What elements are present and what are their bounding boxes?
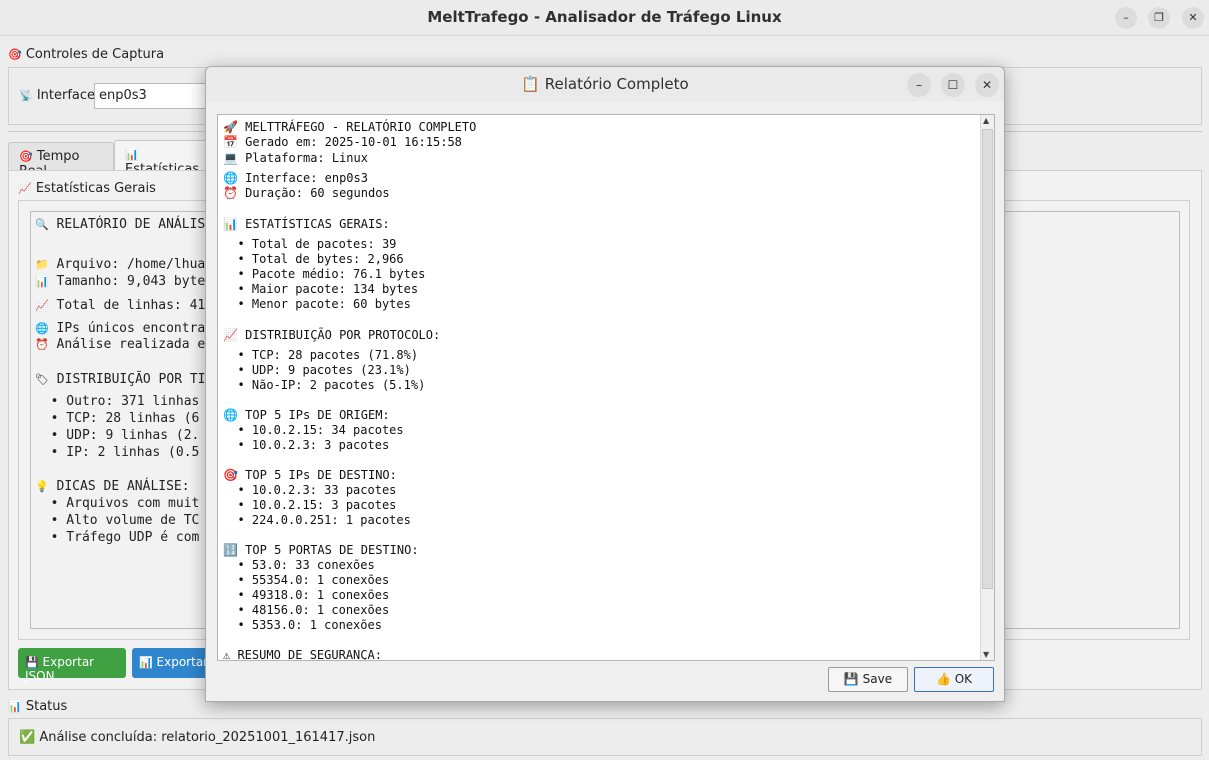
- close-button[interactable]: ✕: [1182, 7, 1204, 29]
- stats-line: • UDP: 9 linhas (2.: [35, 428, 200, 443]
- line-chart-icon: 📈: [18, 182, 32, 195]
- report-line: 🌐 TOP 5 IPs DE ORIGEM:: [223, 408, 390, 422]
- report-line: 📈 DISTRIBUIÇÃO POR PROTOCOLO:: [223, 328, 441, 342]
- export-other-button[interactable]: 📊 Exportar: [132, 648, 212, 678]
- report-line: 🎯 TOP 5 IPs DE DESTINO:: [223, 468, 397, 482]
- report-line: • Menor pacote: 60 bytes: [223, 297, 411, 311]
- report-line: • Pacote médio: 76.1 bytes: [223, 267, 426, 281]
- scroll-up-arrow-icon[interactable]: ▲: [983, 116, 989, 125]
- export-other-label: Exportar: [156, 655, 209, 669]
- stats-line: 📊 Tamanho: 9,043 byte: [35, 274, 206, 289]
- status-section-title: Status: [25, 699, 68, 714]
- report-line: • 10.0.2.15: 3 pacotes: [223, 498, 397, 512]
- interface-label: Interface:: [36, 88, 100, 103]
- report-line: • 5353.0: 1 conexões: [223, 618, 382, 632]
- report-line: • UDP: 9 pacotes (23.1%): [223, 363, 411, 377]
- report-line: • 10.0.2.3: 33 pacotes: [223, 483, 397, 497]
- save-button[interactable]: 💾 Save: [828, 667, 908, 692]
- stats-line: 📈 Total de linhas: 41: [35, 298, 206, 313]
- target-icon: 🎯: [8, 48, 22, 61]
- report-line: • 55354.0: 1 conexões: [223, 573, 390, 587]
- main-titlebar: MeltTrafego - Analisador de Tráfego Linu…: [0, 0, 1209, 36]
- floppy-icon: 💾: [843, 672, 859, 686]
- ok-label: OK: [954, 672, 973, 686]
- report-scrollbar[interactable]: ▲ ▼: [980, 115, 994, 660]
- dialog-titlebar: 📋 Relatório Completo – ☐ ✕: [206, 67, 1004, 101]
- stats-line: • TCP: 28 linhas (6: [35, 411, 200, 426]
- clipboard-icon: 📋: [521, 75, 540, 93]
- report-line: • 49318.0: 1 conexões: [223, 588, 390, 602]
- report-line: 🌐 Interface: enp0s3: [223, 171, 368, 185]
- bar-chart-icon: 📊: [139, 656, 153, 669]
- report-line: • Total de pacotes: 39: [223, 237, 397, 251]
- status-message: Análise concluída: relatorio_20251001_16…: [39, 730, 376, 745]
- report-line: • 48156.0: 1 conexões: [223, 603, 390, 617]
- status-section: 📊 Status: [8, 699, 67, 714]
- tab-tempo-real[interactable]: 🎯 Tempo Real: [8, 142, 114, 179]
- stats-line: 🔍 RELATÓRIO DE ANÁLIS: [35, 217, 206, 232]
- report-line: • 53.0: 33 conexões: [223, 558, 375, 572]
- dialog-close-button[interactable]: ✕: [975, 73, 999, 97]
- report-dialog: 📋 Relatório Completo – ☐ ✕ 🚀 MELTTRÁFEGO…: [205, 66, 1005, 702]
- stats-line: • Tráfego UDP é com: [35, 530, 200, 545]
- stats-section-title: Estatísticas Gerais: [35, 181, 156, 196]
- report-line: 🚀 MELTTRÁFEGO - RELATÓRIO COMPLETO: [223, 120, 477, 134]
- bar-chart-icon: 📊: [125, 148, 139, 161]
- stats-line: ⏰ Análise realizada e: [35, 337, 206, 352]
- ok-button[interactable]: 👍 OK: [914, 667, 994, 692]
- report-line: • Maior pacote: 134 bytes: [223, 282, 419, 296]
- stats-line: • Arquivos com muit: [35, 496, 200, 511]
- export-json-button[interactable]: 💾 Exportar JSON: [18, 648, 126, 683]
- stats-line: • IP: 2 linhas (0.5: [35, 445, 200, 460]
- stats-section: 📈 Estatísticas Gerais: [18, 181, 156, 196]
- maximize-button[interactable]: ❐: [1148, 7, 1170, 29]
- window-title: MeltTrafego - Analisador de Tráfego Linu…: [427, 8, 782, 26]
- interface-label-wrap: 📡 Interface:: [19, 88, 99, 103]
- capture-section-title: Controles de Captura: [25, 47, 165, 62]
- check-icon: ✅: [19, 730, 36, 745]
- report-line: ⏰ Duração: 60 segundos: [223, 186, 390, 200]
- report-line: • TCP: 28 pacotes (71.8%): [223, 348, 419, 362]
- dialog-title-wrap: 📋 Relatório Completo: [206, 75, 1004, 93]
- thumbs-up-icon: 👍: [935, 672, 951, 686]
- stats-line: 🏷 DISTRIBUIÇÃO POR TI: [35, 372, 206, 387]
- minimize-button[interactable]: –: [1115, 7, 1137, 29]
- stats-line: 🌐 IPs únicos encontra: [35, 321, 206, 336]
- report-line: • 10.0.2.3: 3 pacotes: [223, 438, 390, 452]
- stats-line: 💡 DICAS DE ANÁLISE:: [35, 479, 190, 494]
- report-line: ⚠ RESUMO DE SEGURANÇA:: [223, 648, 382, 661]
- report-line: 🔢 TOP 5 PORTAS DE DESTINO:: [223, 543, 419, 557]
- report-textbox[interactable]: 🚀 MELTTRÁFEGO - RELATÓRIO COMPLETO 📅 Ger…: [217, 114, 995, 661]
- report-line: 📊 ESTATÍSTICAS GERAIS:: [223, 217, 390, 231]
- scroll-down-arrow-icon[interactable]: ▼: [983, 650, 989, 659]
- capture-section: 🎯 Controles de Captura: [8, 47, 164, 62]
- save-label: Save: [862, 672, 893, 686]
- antenna-icon: 📡: [19, 89, 33, 102]
- report-line: • Não-IP: 2 pacotes (5.1%): [223, 378, 426, 392]
- report-line: • 224.0.0.251: 1 pacotes: [223, 513, 411, 527]
- status-message-wrap: ✅ Análise concluída: relatorio_20251001_…: [19, 730, 375, 745]
- dialog-title: Relatório Completo: [544, 75, 689, 93]
- floppy-icon: 💾: [25, 656, 39, 669]
- report-line: 📅 Gerado em: 2025-10-01 16:15:58: [223, 135, 462, 149]
- report-line: 💻 Plataforma: Linux: [223, 151, 368, 165]
- stats-line: • Alto volume de TC: [35, 513, 200, 528]
- dialog-minimize-button[interactable]: –: [907, 73, 931, 97]
- status-box: ✅ Análise concluída: relatorio_20251001_…: [8, 718, 1202, 756]
- scroll-thumb[interactable]: [982, 129, 993, 589]
- target-icon: 🎯: [19, 150, 33, 163]
- dialog-maximize-button[interactable]: ☐: [941, 73, 965, 97]
- bar-chart-icon: 📊: [8, 700, 22, 713]
- stats-line: • Outro: 371 linhas: [35, 394, 200, 409]
- report-line: • Total de bytes: 2,966: [223, 252, 404, 266]
- stats-line: 📁 Arquivo: /home/lhua: [35, 257, 206, 272]
- report-line: • 10.0.2.15: 34 pacotes: [223, 423, 404, 437]
